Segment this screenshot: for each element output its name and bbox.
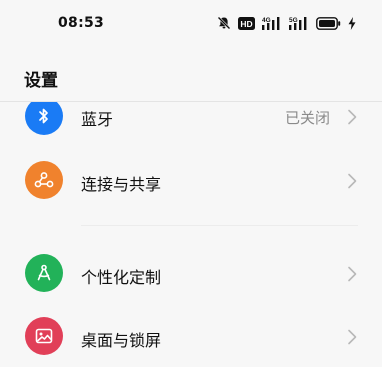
personalize-icon-badge: [25, 254, 63, 292]
status-icons: HD 4G 5G: [217, 15, 356, 31]
charging-icon: [348, 16, 356, 30]
chevron-right-icon: [348, 173, 357, 189]
chevron-right-icon: [348, 266, 357, 282]
hd-icon: HD: [238, 16, 255, 30]
signal-4g-icon: 4G: [262, 17, 280, 30]
chevron-right-icon: [348, 329, 357, 345]
wallpaper-icon: [35, 328, 53, 344]
bluetooth-icon-badge: [25, 97, 63, 135]
mute-icon: [217, 16, 231, 30]
hd-label: HD: [240, 19, 252, 29]
personalization-label: 个性化定制: [81, 268, 162, 287]
desktop-lockscreen-label: 桌面与锁屏: [81, 331, 162, 350]
signal-5g-icon: 5G: [289, 17, 307, 30]
status-time: 08:53: [58, 15, 105, 31]
chevron-right-icon: [348, 109, 357, 125]
bluetooth-label: 蓝牙: [81, 110, 114, 129]
settings-item-personalization[interactable]: 个性化定制: [0, 242, 382, 304]
network-label-1: 4G: [262, 17, 271, 24]
page-header-cover: 设置: [0, 52, 382, 101]
battery-icon: [316, 16, 341, 30]
personalize-icon: [37, 264, 51, 281]
settings-item-connection-sharing[interactable]: 连接与共享: [0, 149, 382, 211]
page-title-cover: 设置: [24, 71, 58, 91]
bluetooth-status: 已关闭: [284, 109, 330, 127]
settings-item-desktop-lockscreen[interactable]: 桌面与锁屏: [0, 305, 382, 367]
status-bar: 08:53 HD 4G 5G: [0, 0, 382, 46]
bluetooth-icon: [39, 108, 48, 124]
wallpaper-icon-badge: [25, 317, 63, 355]
section-divider: [81, 225, 358, 226]
share-icon-badge: [25, 161, 63, 199]
share-icon: [34, 172, 54, 188]
connection-sharing-label: 连接与共享: [81, 175, 162, 194]
header-divider-cover: [0, 101, 382, 102]
network-label-2: 5G: [289, 17, 298, 24]
